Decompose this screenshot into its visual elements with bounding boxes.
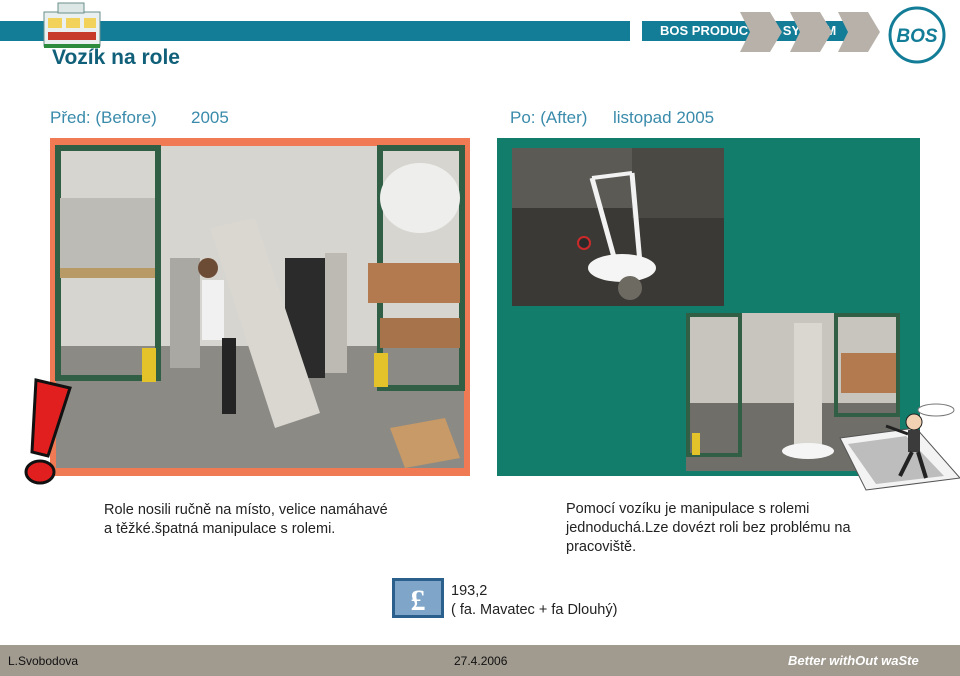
exclamation-icon [14,378,80,486]
before-caption: Role nosili ručně na místo, velice namáh… [104,501,444,539]
after-caption-line: jednoduchá.Lze dovézt roli bez problému … [566,520,851,536]
page-title: Vozík na role [52,46,180,69]
chevron-icon [790,12,832,52]
footer-author: L.Svobodova [8,654,79,668]
before-label: Před: (Before) [50,108,157,127]
after-date: listopad 2005 [613,108,715,127]
savings-supplier: ( fa. Mavatec + fa Dlouhý) [451,602,618,618]
before-caption-line: Role nosili ručně na místo, velice namáh… [104,502,388,518]
before-photo [50,138,470,476]
after-photo-cart [512,148,724,306]
after-caption-line: Pomocí vozíku je manipulace s rolemi [566,501,810,517]
slide-thumbnail-icon [36,2,108,50]
chevron-icon [838,12,880,52]
chevron-icon [740,12,782,52]
before-year: 2005 [191,108,229,127]
after-caption-line: pracoviště. [566,539,637,555]
pound-currency-icon: £ [392,578,444,618]
after-caption: Pomocí vozíku je manipulace s rolemi jed… [566,500,896,557]
before-caption-line: a těžké.špatná manipulace s rolemi. [104,521,336,537]
footer-date: 27.4.2006 [454,654,508,668]
bos-logo: BOS [888,6,946,64]
svg-text:£: £ [411,584,426,617]
running-man-illustration [836,398,960,494]
after-label: Po: (After) [510,108,588,127]
savings-amount: 193,2 [451,583,488,599]
footer-tagline: Better withOut waSte [788,653,919,668]
bos-logo-text: BOS [896,26,938,47]
